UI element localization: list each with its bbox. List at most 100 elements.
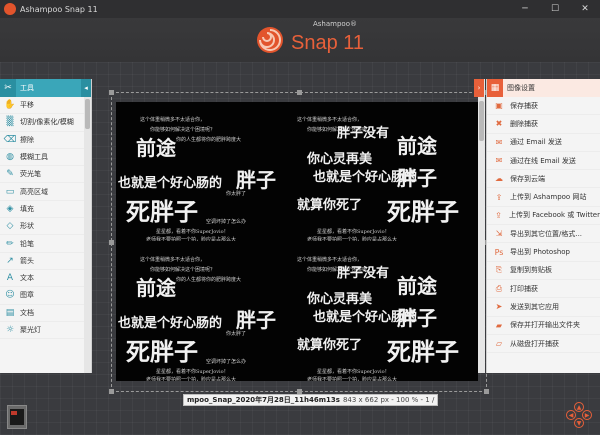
action-item[interactable]: ⎙ 打印捕获: [487, 280, 600, 299]
capture-thumbnail[interactable]: [7, 405, 27, 429]
tool-item-label: 文本: [20, 274, 34, 283]
action-item[interactable]: ⇲ 导出到其它位置/格式...: [487, 225, 600, 244]
text-icon: A: [6, 273, 14, 284]
image-text: 你太胖了: [226, 331, 247, 337]
image-text: 胖子: [397, 166, 437, 190]
image-meta: 843 x 662 px - 100 % - 1 /: [342, 396, 435, 404]
tools-icon: ✂: [0, 79, 16, 97]
image-text: 老师我不要拍照一个拍，脸应是占那么大: [307, 377, 398, 381]
scrollbar-thumb[interactable]: [85, 99, 90, 129]
photoshop-icon: Ps: [494, 247, 504, 257]
captured-image[interactable]: 这个体重稍微多不太适合你， 你能够如何解决这个困境呢？ 前途 你的人生都将你的肥胖跨度…: [116, 102, 478, 381]
tool-item[interactable]: ▒ 切割/像素化/模糊: [0, 114, 91, 132]
close-button[interactable]: ✕: [570, 0, 600, 18]
tool-item[interactable]: A 文本: [0, 270, 91, 288]
action-item[interactable]: ✉ 通过在线 Email 发送: [487, 152, 600, 171]
scrollbar-thumb[interactable]: [479, 101, 484, 141]
tool-item-label: 荧光笔: [20, 170, 41, 179]
action-item[interactable]: ☁ 保存到云端: [487, 170, 600, 189]
logo-product: Snap 11: [291, 31, 365, 54]
actions-panel: ▦ 图像设置 ▣ 保存捕获 ✖ 删除捕获 ✉ 通过 Email 发送 ✉ 通过在线 Email…: [486, 79, 600, 373]
image-text: 星星都，看着不你SuperJovio！: [317, 229, 390, 235]
image-text: 星星都，看着不你SuperJovio！: [156, 229, 229, 235]
image-text: 死胖子: [126, 197, 198, 226]
image-text: 胖子: [236, 168, 276, 192]
tool-item[interactable]: ✏ 铅笔: [0, 235, 91, 253]
image-tile: 这个体重稍微多不太适合你， 你能够如何解决这个困境呢？ 前途 你的人生都将你的肥胖跨度…: [116, 242, 297, 381]
tool-item[interactable]: ⌫ 擦除: [0, 132, 91, 149]
tool-item[interactable]: ▭ 高亮区域: [0, 183, 91, 201]
delete-icon: ✖: [495, 119, 503, 129]
tool-item[interactable]: ☼ 聚光灯: [0, 322, 91, 340]
tools-panel-header[interactable]: ✂ 工具 ◂: [0, 79, 91, 97]
tool-item-label: 图章: [20, 291, 34, 300]
actions-panel-title: 图像设置: [507, 84, 535, 92]
tool-item[interactable]: ✎ 荧光笔: [0, 166, 91, 184]
image-text: 胖子: [397, 306, 437, 330]
action-item[interactable]: ➤ 发送到其它应用: [487, 298, 600, 317]
tool-item-label: 平移: [20, 101, 34, 110]
image-text: 也就是个好心肠的: [118, 176, 223, 191]
image-text: 前途: [136, 276, 176, 300]
tool-item[interactable]: ◇ 形状: [0, 218, 91, 236]
resize-handle[interactable]: [109, 240, 114, 245]
action-item[interactable]: ▰ 保存并打开输出文件夹: [487, 317, 600, 335]
action-item-label: 复制到剪贴板: [510, 266, 552, 275]
image-text: 你的人生都将你的肥胖跨度大: [176, 137, 242, 143]
action-item-label: 保存捕获: [510, 101, 538, 110]
image-tile: 这个体重稍微多不太适合你， 你能够如何解决这个困境呢？ 胖子没有 前途 你心灵再美 也就是…: [297, 242, 478, 381]
action-item[interactable]: ⎘ 复制到剪贴板: [487, 262, 600, 280]
action-item[interactable]: ▱ 从磁盘打开捕获: [487, 335, 600, 354]
nav-right-icon[interactable]: ▶: [582, 410, 592, 420]
swirl-logo-icon: [257, 27, 283, 53]
image-text: 也就是个好心肠的: [118, 316, 223, 331]
action-item[interactable]: ⇪ 上传到 Ashampoo 网站: [487, 188, 600, 207]
actions-scrollbar[interactable]: [478, 79, 485, 373]
image-text: 胖子: [236, 308, 276, 332]
tool-item-label: 形状: [20, 222, 34, 231]
image-text: 老师我不要拍照一个拍，脸应是占那么大: [307, 237, 398, 241]
actions-panel-header[interactable]: ▦ 图像设置: [487, 79, 600, 97]
resize-handle[interactable]: [109, 389, 114, 394]
tool-item[interactable]: ◍ 模糊工具: [0, 149, 91, 167]
action-item-label: 保存并打开输出文件夹: [510, 321, 580, 330]
document-icon: ▤: [5, 307, 15, 318]
resize-handle[interactable]: [109, 90, 114, 95]
highlight-area-icon: ▭: [5, 186, 15, 197]
maximize-button[interactable]: ☐: [540, 0, 570, 18]
tool-item[interactable]: ☺ 图章: [0, 287, 91, 305]
action-item[interactable]: ✖ 删除捕获: [487, 115, 600, 134]
tool-item-label: 切割/像素化/模糊: [20, 118, 74, 127]
tool-item[interactable]: ▤ 文档: [0, 305, 91, 322]
tool-item-label: 模糊工具: [20, 153, 48, 162]
image-text: 星星都，看着不你SuperJovio！: [317, 369, 390, 375]
tool-item-label: 高亮区域: [20, 187, 48, 196]
actions-list: ▣ 保存捕获 ✖ 删除捕获 ✉ 通过 Email 发送 ✉ 通过在线 Email 发送 ☁ 保存到…: [487, 97, 600, 354]
image-text: 这个体重稍微多不太适合你，: [140, 257, 206, 263]
action-item-label: 保存到云端: [510, 174, 545, 183]
cloud-icon: ☁: [495, 174, 503, 184]
action-item[interactable]: ⇪ 上传到 Facebook 或 Twitter: [487, 207, 600, 226]
action-item-label: 上传到 Facebook 或 Twitter: [508, 211, 600, 220]
action-item[interactable]: ▣ 保存捕获: [487, 97, 600, 116]
tools-scrollbar[interactable]: [84, 97, 91, 373]
action-item-label: 从磁盘打开捕获: [510, 339, 559, 348]
tool-item[interactable]: ↗ 箭头: [0, 253, 91, 270]
tool-item[interactable]: ✋ 平移: [0, 97, 91, 115]
action-item[interactable]: ✉ 通过 Email 发送: [487, 134, 600, 152]
image-text: 死胖子: [387, 197, 459, 226]
open-disk-icon: ▱: [495, 339, 503, 348]
resize-handle[interactable]: [297, 90, 302, 95]
expand-actions-icon[interactable]: ›: [474, 79, 484, 97]
image-text: 就算你死了: [297, 198, 363, 213]
email-icon: ✉: [495, 137, 503, 147]
image-text: 空调坏掉了怎么办: [206, 219, 247, 225]
action-item-label: 发送到其它应用: [510, 302, 559, 311]
minimize-button[interactable]: ─: [510, 0, 540, 18]
tool-item[interactable]: ◈ 填充: [0, 201, 91, 219]
collapse-icon[interactable]: ◂: [81, 79, 91, 97]
resize-handle[interactable]: [484, 389, 489, 394]
action-item[interactable]: Ps 导出到 Photoshop: [487, 243, 600, 262]
nav-down-icon[interactable]: ▼: [574, 418, 584, 428]
window-title: Ashampoo Snap 11: [20, 4, 98, 14]
